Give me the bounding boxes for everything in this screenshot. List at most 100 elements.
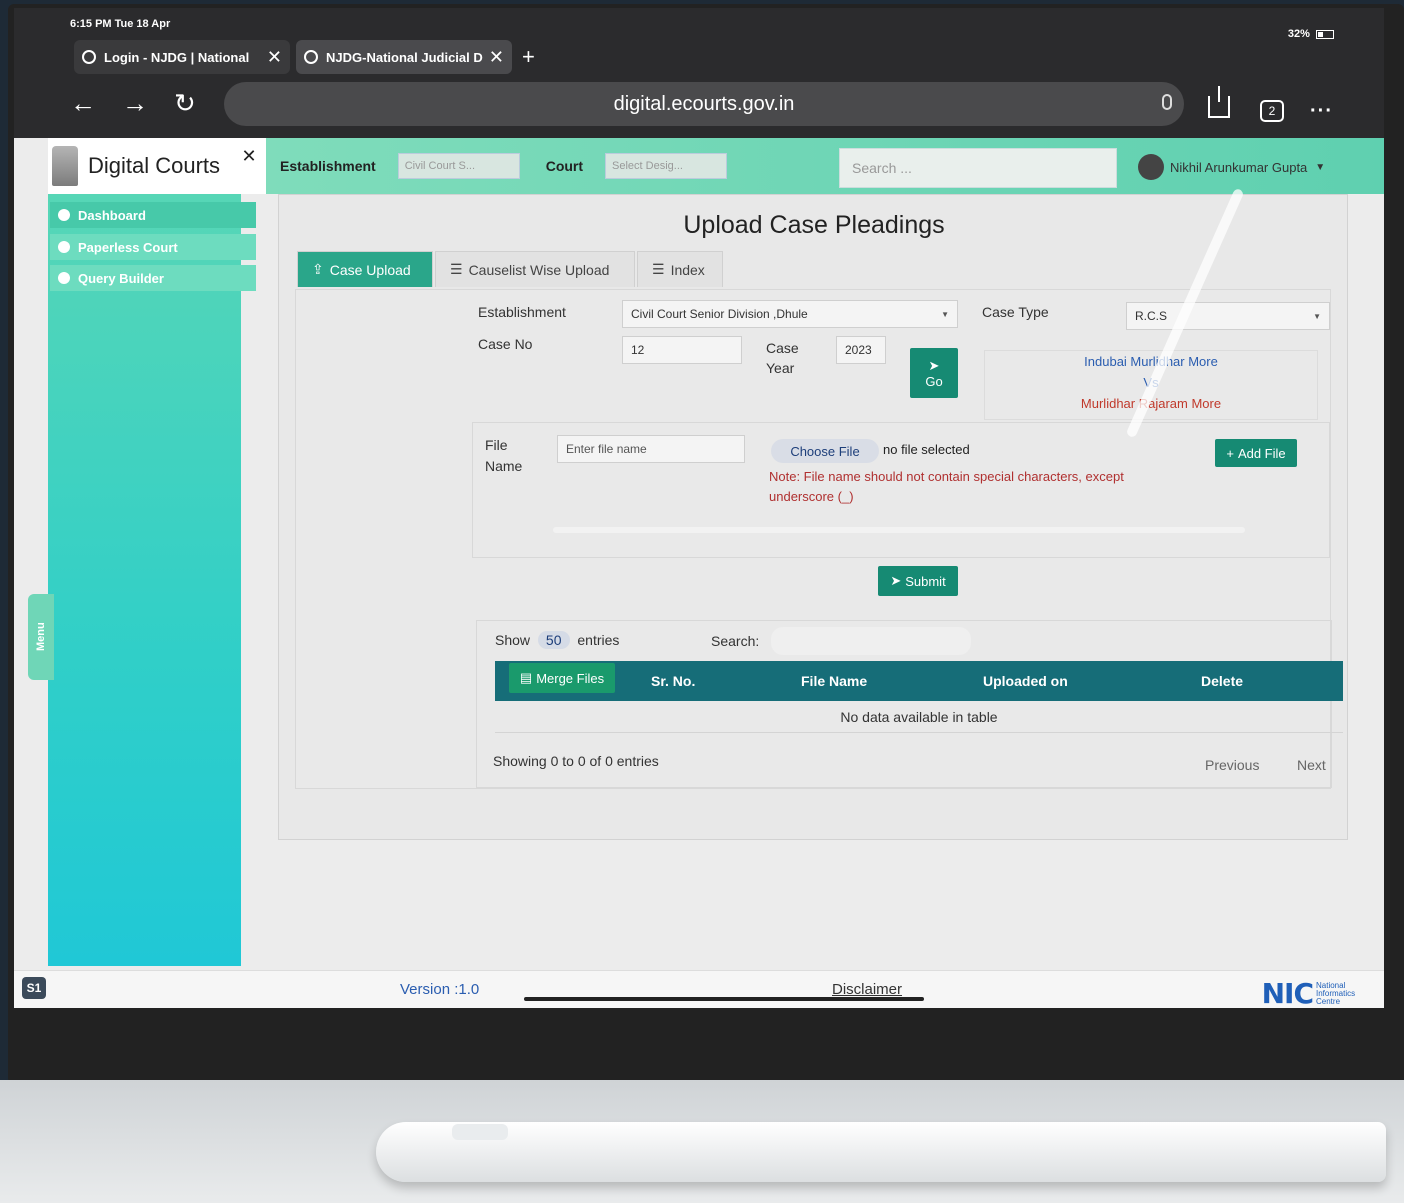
browser-tab-label: NJDG-National Judicial D [326, 49, 483, 65]
menu-toggle-tab[interactable]: Menu [28, 594, 54, 680]
go-label: Go [925, 373, 943, 389]
send-icon: ➤ [890, 573, 902, 588]
establishment-field-label: Establishment [478, 304, 566, 320]
sidebar: Dashboard Paperless Court Query Builder … [28, 194, 256, 966]
case-no-input[interactable]: 12 [622, 336, 742, 364]
go-button[interactable]: ➤ Go [910, 348, 958, 398]
upload-progress-bar [553, 527, 1245, 533]
tab-case-upload[interactable]: ⇪ Case Upload [297, 251, 433, 287]
establishment-select[interactable]: Civil Court S... [397, 153, 520, 179]
share-icon[interactable] [1208, 86, 1230, 118]
file-icon: ▤ [519, 670, 533, 685]
query-icon [58, 272, 70, 284]
user-icon [58, 241, 70, 253]
previous-page-button[interactable]: Previous [1205, 757, 1259, 773]
microphone-icon[interactable] [1162, 94, 1172, 110]
footer-badge[interactable]: S1 [22, 977, 46, 999]
column-header-sr-no[interactable]: Sr. No. [651, 673, 695, 689]
column-header-delete[interactable]: Delete [1201, 673, 1243, 689]
tab-label: Case Upload [329, 261, 411, 278]
choose-file-button[interactable]: Choose File [771, 439, 879, 463]
sidebar-item-label: Query Builder [78, 270, 164, 286]
browser-tab-label: Login - NJDG | National [104, 49, 250, 65]
sidebar-item-dashboard[interactable]: Dashboard [50, 202, 256, 228]
establishment-dropdown[interactable]: Civil Court Senior Division ,Dhule ▼ [622, 300, 958, 328]
tab-causelist-wise-upload[interactable]: ☰ Causelist Wise Upload [435, 251, 635, 287]
close-tab-icon[interactable]: ✕ [267, 47, 282, 68]
stylus-pencil [376, 1122, 1386, 1182]
reload-icon[interactable]: ↻ [174, 88, 196, 119]
nic-logo-subtitle: National Informatics Centre [1316, 980, 1356, 1006]
new-tab-button[interactable]: + [522, 44, 535, 70]
case-type-value: R.C.S [1135, 309, 1168, 323]
list-icon: ☰ [450, 261, 463, 277]
header-search-input[interactable]: Search ... [839, 148, 1117, 188]
version-text: Version :1.0 [400, 981, 480, 998]
tab-index[interactable]: ☰ Index [637, 251, 723, 287]
globe-icon [304, 50, 318, 64]
tab-label: Index [670, 261, 705, 278]
show-label: Show [495, 632, 531, 648]
sidebar-item-paperless-court[interactable]: Paperless Court [50, 234, 256, 260]
footer: S1 Version :1.0 Disclaimer NIC National … [14, 970, 1384, 1008]
file-name-input[interactable]: Enter file name [557, 435, 745, 463]
next-page-button[interactable]: Next [1297, 757, 1326, 773]
upload-icon: ⇪ [312, 261, 324, 277]
brand-title: Digital Courts [88, 153, 221, 178]
column-header-file-name[interactable]: File Name [801, 673, 867, 689]
case-upload-form: Establishment Civil Court Senior Divisio… [295, 289, 1343, 789]
add-file-button[interactable]: + Add File [1215, 439, 1297, 467]
user-menu[interactable]: Nikhil Arunkumar Gupta ▼ [1138, 154, 1325, 180]
sidebar-item-query-builder[interactable]: Query Builder [50, 265, 256, 291]
more-options-icon[interactable]: ··· [1310, 100, 1333, 123]
browser-tab-login[interactable]: Login - NJDG | National ✕ [74, 40, 290, 74]
user-name: Nikhil Arunkumar Gupta [1170, 159, 1308, 175]
status-battery: 32% [1288, 28, 1334, 40]
case-year-label: Case Year [766, 340, 799, 376]
browser-tab-njdg[interactable]: NJDG-National Judicial D ✕ [296, 40, 512, 74]
list-icon: ☰ [652, 261, 665, 277]
establishment-dropdown-value: Civil Court Senior Division ,Dhule [631, 307, 808, 321]
column-header-uploaded-on[interactable]: Uploaded on [983, 673, 1068, 689]
court-select[interactable]: Select Desig... [605, 153, 728, 179]
table-search-input[interactable] [771, 627, 971, 655]
merge-files-label: Merge Files [536, 670, 605, 686]
case-year-input[interactable]: 2023 [836, 336, 886, 364]
page-title: Upload Case Pleadings [683, 211, 945, 239]
tab-count-button[interactable]: 2 [1260, 100, 1284, 122]
court-label: Court [545, 158, 584, 174]
close-sidebar-icon[interactable]: ✕ [232, 138, 266, 174]
forward-arrow-icon[interactable]: → [122, 88, 148, 119]
entries-label: entries [577, 632, 620, 648]
uploaded-files-table: Show 50 entries Search: ▤ Merge Files Sr… [476, 620, 1343, 788]
petitioner-name: Indubai Murlidhar More [1084, 354, 1218, 369]
disclaimer-link[interactable]: Disclaimer [832, 981, 902, 998]
case-type-dropdown[interactable]: R.C.S ▼ [1126, 302, 1330, 330]
top-bar: Establishment Civil Court S... Court Sel… [266, 138, 1384, 194]
nic-logo: NIC National Informatics Centre [1262, 977, 1372, 1008]
dashboard-icon [58, 209, 70, 221]
table-header: ▤ Merge Files Sr. No. File Name Uploaded… [495, 661, 1343, 701]
back-arrow-icon[interactable]: ← [70, 88, 96, 119]
table-info: Showing 0 to 0 of 0 entries [493, 753, 659, 769]
sidebar-item-label: Dashboard [78, 207, 146, 223]
caret-down-icon: ▼ [941, 309, 949, 319]
sidebar-item-label: Paperless Court [78, 239, 178, 255]
page-length-select[interactable]: 50 [537, 631, 570, 649]
tablet-screen: 6:15 PM Tue 18 Apr 32% Login - NJDG | Na… [14, 8, 1384, 1008]
close-tab-icon[interactable]: ✕ [489, 47, 504, 68]
globe-icon [82, 50, 96, 64]
case-no-label: Case No [478, 336, 533, 352]
page-length-control: Show 50 entries [495, 631, 619, 649]
national-emblem-icon [52, 146, 78, 186]
nic-logo-word: NIC [1261, 977, 1314, 1008]
plus-icon: + [1226, 445, 1234, 461]
submit-button[interactable]: ➤ Submit [878, 566, 958, 596]
send-icon: ➤ [928, 357, 940, 373]
stylus-band [452, 1124, 508, 1140]
browser-chrome: 6:15 PM Tue 18 Apr 32% Login - NJDG | Na… [14, 8, 1384, 138]
merge-files-button[interactable]: ▤ Merge Files [509, 663, 615, 693]
url-bar[interactable]: digital.ecourts.gov.in [224, 82, 1184, 126]
file-status: no file selected [883, 442, 970, 457]
url-text: digital.ecourts.gov.in [613, 92, 795, 115]
